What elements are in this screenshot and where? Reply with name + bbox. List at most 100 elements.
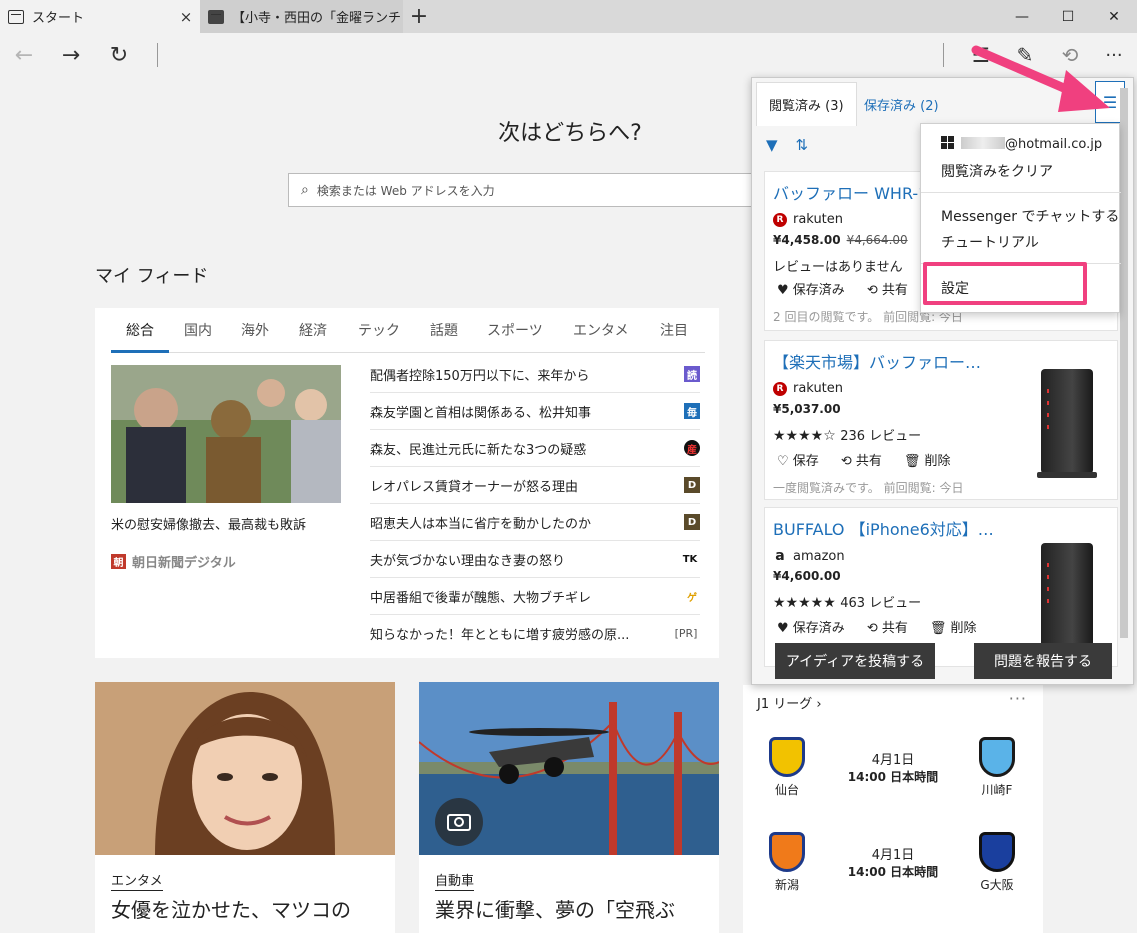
product-actions: ♡ 保存 ⟲ 共有 🗑 削除 — [777, 450, 951, 469]
product-price: ¥4,458.00 ¥4,664.00 — [773, 233, 908, 247]
lead-story-source[interactable]: 朝 朝日新聞デジタル — [111, 552, 236, 571]
lead-story-image[interactable] — [111, 365, 341, 503]
away-team: G大阪 — [967, 832, 1027, 893]
tab-category[interactable]: スポーツ — [487, 320, 543, 340]
match-date: 4月1日 14:00 日本時間 — [847, 753, 939, 784]
product-actions: ♥ 保存済み ⟲ 共有 🗑 削除 — [777, 617, 977, 636]
home-team: 新潟 — [757, 832, 817, 893]
search-input[interactable]: ⌕ 検索または Web アドレスを入力 — [288, 173, 758, 207]
tab-category[interactable]: 話題 — [430, 320, 458, 340]
title-bar: スタート × 【小寺・西田の「金曜ランチビュ + — ☐ ✕ — [0, 0, 1137, 33]
match-row[interactable]: 新潟 4月1日 14:00 日本時間 G大阪 — [743, 832, 1043, 912]
refresh-button[interactable]: ↻ — [99, 33, 139, 77]
headline-item[interactable]: 昭恵夫人は本当に省庁を動かしたのか D — [370, 504, 700, 541]
menu-clear-viewed[interactable]: 閲覧済みをクリア — [941, 161, 1053, 181]
headline-item[interactable]: 配偶者控除150万円以下に、来年から 読 — [370, 356, 700, 393]
headline-item[interactable]: 森友、民進辻元氏に新たな3つの疑惑 産 — [370, 430, 700, 467]
news-card[interactable]: エンタメ 女優を泣かせた、マツコの — [95, 682, 395, 933]
back-button[interactable]: ← — [4, 33, 44, 77]
report-issue-button[interactable]: 問題を報告する — [974, 643, 1112, 679]
headline-text: 中居番組で後輩が醜態、大物ブチギレ — [370, 590, 592, 606]
post-idea-button[interactable]: アイディアを投稿する — [775, 643, 935, 679]
more-icon[interactable]: ··· — [1009, 689, 1027, 708]
page-heading: 次はどちらへ? — [498, 121, 642, 146]
share-icon: ⟲ — [866, 283, 878, 298]
tab-category[interactable]: テック — [358, 320, 400, 340]
minimize-button[interactable]: — — [999, 0, 1045, 33]
menu-messenger[interactable]: Messenger でチャットする — [941, 206, 1119, 226]
news-panel: 総合 国内 海外 経済 テック 話題 スポーツ エンタメ 注目 米の慰安婦像撤去… — [95, 308, 719, 658]
publisher-icon: 読 — [684, 366, 700, 382]
headline-text: 配偶者控除150万円以下に、来年から — [370, 368, 590, 384]
tab-label: スタート — [32, 11, 85, 26]
tab-category[interactable]: 国内 — [184, 320, 212, 340]
tab-saved[interactable]: 保存済み (2) — [852, 82, 951, 126]
headline-text: 森友、民進辻元氏に新たな3つの疑惑 — [370, 442, 587, 458]
tab-category[interactable]: 総合 — [126, 320, 154, 340]
headline-item[interactable]: 森友学園と首相は関係ある、松井知事 毎 — [370, 393, 700, 430]
publisher-icon: 毎 — [684, 403, 700, 419]
publisher-icon: ゲ — [687, 592, 697, 604]
headline-item[interactable]: 知らなかった！年とともに増す疲労感の原... [PR] — [370, 615, 700, 652]
product-footer: 一度閲覧済みです。 前回閲覧: 今日 — [773, 481, 964, 495]
save-button[interactable]: ♥ 保存済み — [777, 617, 845, 636]
tab-category[interactable]: 海外 — [241, 320, 269, 340]
sort-icon[interactable]: ⇅ — [796, 136, 809, 154]
headline-text: レオパレス賃貸オーナーが怒る理由 — [370, 479, 579, 495]
product-rating: ★★★★★ 463 レビュー — [773, 595, 922, 611]
search-icon: ⌕ — [301, 182, 309, 198]
product-title[interactable]: BUFFALO 【iPhone6対応】… — [773, 516, 994, 540]
team-crest-icon — [979, 737, 1015, 777]
menu-tutorial[interactable]: チュートリアル — [941, 232, 1039, 252]
close-window-button[interactable]: ✕ — [1091, 0, 1137, 33]
navigation-bar: ← → ↻ ☰ ✎ ⟲ ··· — [0, 33, 1137, 77]
publisher-icon: TK — [682, 553, 698, 565]
tab-label: 【小寺・西田の「金曜ランチビュ — [232, 11, 403, 26]
search-placeholder: 検索または Web アドレスを入力 — [316, 183, 495, 198]
menu-account: @hotmail.co.jp — [941, 136, 1102, 152]
lead-story-title[interactable]: 米の慰安婦像撤去、最高裁も敗訴 — [111, 514, 306, 533]
forward-button[interactable]: → — [51, 33, 91, 77]
match-row[interactable]: 仙台 4月1日 14:00 日本時間 川崎F — [743, 737, 1043, 817]
my-feed-title: マイ フィード — [95, 266, 209, 287]
headline-text: 夫が気づかない理由なき妻の怒り — [370, 553, 566, 569]
delete-button[interactable]: 🗑 削除 — [930, 617, 977, 636]
tab-start[interactable]: スタート × — [0, 0, 200, 33]
share-button[interactable]: ⟲ 共有 — [867, 617, 908, 636]
share-icon: ⟲ — [866, 621, 878, 636]
publisher-icon: D — [684, 477, 700, 493]
product-old-price: ¥4,664.00 — [846, 233, 908, 247]
headline-item[interactable]: 夫が気づかない理由なき妻の怒り TK — [370, 541, 700, 578]
tab-article[interactable]: 【小寺・西田の「金曜ランチビュ — [200, 0, 403, 33]
headline-text: 森友学園と首相は関係ある、松井知事 — [370, 405, 592, 421]
redacted-account — [961, 137, 1005, 149]
share-button[interactable]: ⟲ 共有 — [867, 279, 908, 298]
product-title[interactable]: 【楽天市場】バッファロー… — [773, 349, 981, 373]
tab-close-icon[interactable]: × — [172, 8, 200, 26]
windows-logo-icon — [941, 136, 955, 150]
delete-button[interactable]: 🗑 削除 — [904, 450, 951, 469]
headline-item[interactable]: レオパレス賃貸オーナーが怒る理由 D — [370, 467, 700, 504]
tab-category[interactable]: 経済 — [299, 320, 327, 340]
tab-category[interactable]: 注目 — [660, 320, 688, 340]
save-button[interactable]: ♥ 保存済み — [777, 279, 845, 298]
save-button[interactable]: ♡ 保存 — [777, 450, 819, 469]
star-rating: ★★★★★ — [773, 595, 836, 611]
tab-category[interactable]: エンタメ — [573, 320, 629, 340]
product-price: ¥5,037.00 — [773, 402, 841, 416]
news-card[interactable]: 自動車 業界に衝撃、夢の「空飛ぶ — [419, 682, 719, 933]
j1-title[interactable]: J1 リーグ › — [757, 693, 822, 712]
maximize-button[interactable]: ☐ — [1045, 0, 1091, 33]
headline-text: 知らなかった！年とともに増す疲労感の原... — [370, 628, 630, 643]
product-rating: ★★★★☆ 236 レビュー — [773, 428, 922, 444]
share-button[interactable]: ⟲ 共有 — [841, 450, 882, 469]
product-price: ¥4,600.00 — [773, 569, 841, 583]
team-crest-icon — [769, 737, 805, 777]
pointer-arrow-icon — [971, 45, 1110, 112]
scrollbar[interactable] — [1120, 88, 1128, 638]
headline-item[interactable]: 中居番組で後輩が醜態、大物ブチギレ ゲ — [370, 578, 700, 615]
filter-icon[interactable]: ▼ — [766, 136, 778, 154]
product-card[interactable]: 【楽天市場】バッファロー… Rrakuten ¥5,037.00 ★★★★☆ 2… — [764, 340, 1118, 500]
new-tab-button[interactable]: + — [405, 0, 433, 33]
tab-viewed[interactable]: 閲覧済み (3) — [756, 82, 857, 126]
